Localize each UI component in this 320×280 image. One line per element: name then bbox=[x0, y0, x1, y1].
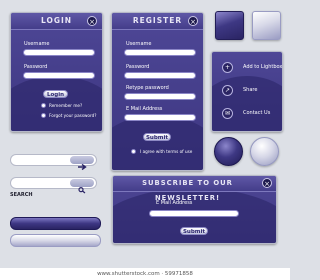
dark-square-button[interactable] bbox=[215, 11, 244, 40]
search-icon bbox=[78, 186, 86, 194]
terms-radio[interactable] bbox=[131, 149, 136, 154]
search-button[interactable] bbox=[70, 179, 94, 194]
retype-password-field[interactable] bbox=[124, 93, 196, 100]
newsletter-close-icon[interactable]: × bbox=[262, 178, 272, 188]
go-arrow-button[interactable] bbox=[70, 156, 94, 171]
plus-icon: + bbox=[222, 62, 233, 73]
register-close-icon[interactable]: × bbox=[188, 16, 198, 26]
footer-credit: www.shutterstock.com · 59971858 bbox=[0, 268, 290, 280]
newsletter-submit-button[interactable]: Submit bbox=[180, 227, 208, 235]
light-bar-button[interactable] bbox=[10, 234, 101, 247]
register-submit-button[interactable]: Submit bbox=[143, 133, 171, 141]
arrow-right-icon bbox=[78, 163, 87, 171]
email-label: E Mail Address bbox=[126, 106, 163, 112]
share-icon: ↗ bbox=[222, 85, 233, 96]
social-panel: + Add to Lightbox ↗ Share ✉ Contact Us bbox=[211, 51, 283, 132]
forgot-password-radio[interactable] bbox=[41, 113, 46, 118]
dark-round-button[interactable] bbox=[214, 137, 243, 166]
username-label: Username bbox=[24, 41, 50, 47]
email-field[interactable] bbox=[124, 114, 196, 121]
forgot-password-link[interactable]: Forgot your password? bbox=[49, 113, 97, 118]
login-password-field[interactable] bbox=[23, 72, 95, 79]
social-label: Contact Us bbox=[243, 110, 271, 116]
login-button[interactable]: Login bbox=[43, 90, 68, 98]
social-label: Share bbox=[243, 87, 258, 93]
register-username-field[interactable] bbox=[124, 49, 196, 56]
login-username-field[interactable] bbox=[23, 49, 95, 56]
register-password-label: Password bbox=[126, 64, 150, 70]
terms-label: I agree with terms of use bbox=[140, 149, 193, 154]
register-username-label: Username bbox=[126, 41, 152, 47]
search-input-arrow[interactable] bbox=[10, 154, 97, 171]
search-input[interactable] bbox=[10, 177, 97, 194]
search-label: SEARCH bbox=[10, 192, 33, 198]
dark-bar-button[interactable] bbox=[10, 217, 101, 230]
light-round-button[interactable] bbox=[250, 137, 279, 166]
register-panel: REGISTER × Username Password Retype pass… bbox=[111, 12, 204, 171]
login-panel: LOGIN × Username Password Login Remember… bbox=[10, 12, 103, 132]
newsletter-email-field[interactable] bbox=[149, 210, 239, 217]
newsletter-email-label: E Mail Address bbox=[156, 200, 193, 206]
light-square-button[interactable] bbox=[252, 11, 281, 40]
remember-me-radio[interactable] bbox=[41, 103, 46, 108]
newsletter-title: SUBSCRIBE TO OUR NEWSLETTER! bbox=[113, 176, 276, 202]
remember-me-label: Remember me? bbox=[49, 103, 83, 108]
social-label: Add to Lightbox bbox=[243, 64, 283, 70]
login-close-icon[interactable]: × bbox=[87, 16, 97, 26]
mail-icon: ✉ bbox=[222, 108, 233, 119]
newsletter-panel: SUBSCRIBE TO OUR NEWSLETTER! × E Mail Ad… bbox=[112, 175, 277, 244]
register-password-field[interactable] bbox=[124, 72, 196, 79]
retype-password-label: Retype password bbox=[126, 85, 169, 91]
password-label: Password bbox=[24, 64, 48, 70]
